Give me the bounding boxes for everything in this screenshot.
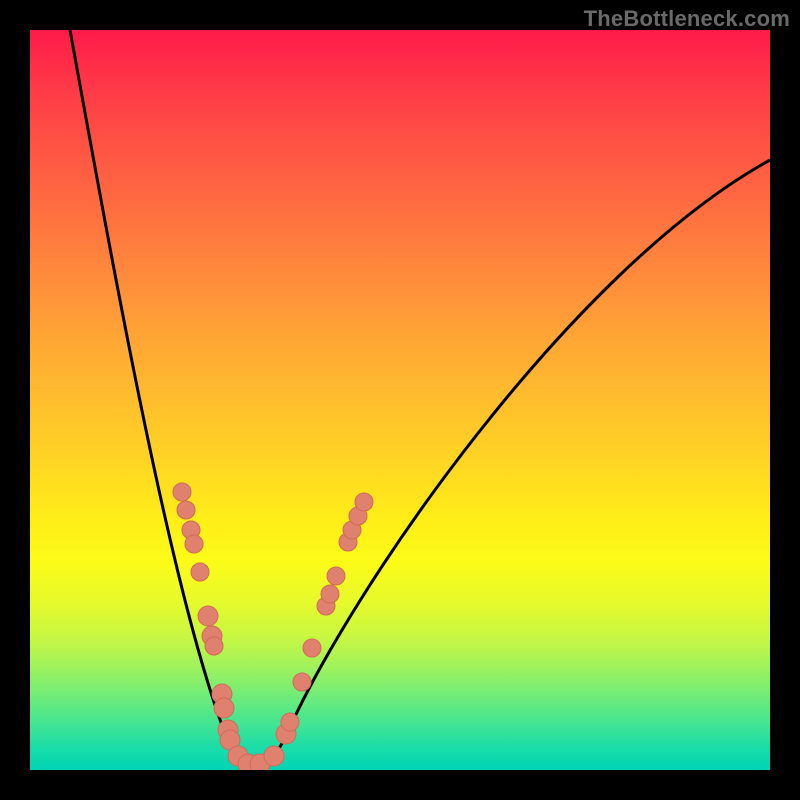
data-point (355, 493, 373, 511)
data-point (185, 535, 203, 553)
data-point (281, 713, 299, 731)
plot-area (30, 30, 770, 770)
watermark-text: TheBottleneck.com (584, 6, 790, 32)
data-point (198, 606, 218, 626)
data-point (173, 483, 191, 501)
data-point (191, 563, 209, 581)
data-point (303, 639, 321, 657)
data-point (293, 673, 311, 691)
data-point (327, 567, 345, 585)
data-point (177, 501, 195, 519)
data-point (205, 637, 223, 655)
bottleneck-curve (70, 30, 770, 764)
data-point (214, 698, 234, 718)
data-point (264, 746, 284, 766)
data-point (321, 585, 339, 603)
chart-container: TheBottleneck.com (0, 0, 800, 800)
chart-svg (30, 30, 770, 770)
